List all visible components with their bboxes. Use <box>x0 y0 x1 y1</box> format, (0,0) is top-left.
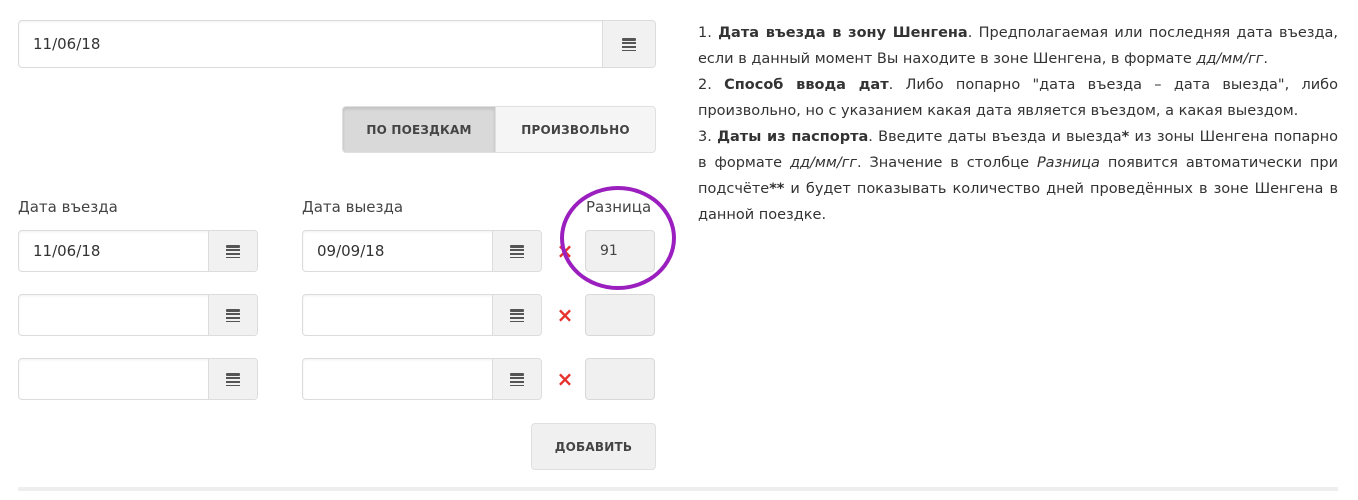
trip-1-exit-calendar-button[interactable] <box>492 231 541 271</box>
trip-2-entry-field[interactable] <box>18 294 258 336</box>
delete-icon[interactable]: × <box>554 302 576 328</box>
arbitrary-button[interactable]: ПРОИЗВОЛЬНО <box>495 106 656 153</box>
help-1-number: 1. <box>698 25 719 41</box>
highlight-circle <box>560 186 676 290</box>
calendar-icon <box>226 372 240 386</box>
add-trip-label: ДОБАВИТЬ <box>554 439 633 454</box>
calendar-icon <box>622 37 636 51</box>
schengen-entry-date-field[interactable]: 11/06/18 <box>18 20 656 68</box>
help-2-title: Способ ввода дат <box>724 77 889 93</box>
add-trip-button[interactable]: ДОБАВИТЬ <box>531 423 656 470</box>
help-text: 1. Дата въезда в зону Шенгена. Предполаг… <box>698 20 1338 228</box>
help-3-text: . Введите даты въезда и выезда <box>868 129 1122 145</box>
schengen-entry-calendar-button[interactable] <box>602 21 655 67</box>
by-trips-label: ПО ПОЕЗДКАМ <box>366 122 472 137</box>
trip-3-entry-calendar-button[interactable] <box>208 359 257 399</box>
help-paragraph-1: 1. Дата въезда в зону Шенгена. Предполаг… <box>698 20 1338 72</box>
trip-3-difference-value <box>585 358 655 400</box>
calendar-icon <box>226 308 240 322</box>
help-3-footnote-2: ** <box>769 181 785 197</box>
trip-2-exit-field[interactable] <box>302 294 542 336</box>
help-1-text-end: . <box>1263 51 1268 67</box>
arbitrary-label: ПРОИЗВОЛЬНО <box>521 122 630 137</box>
exit-date-column-label: Дата выезда <box>302 198 404 216</box>
help-1-title: Дата въезда в зону Шенгена <box>718 25 968 41</box>
trip-1-exit-field[interactable]: 09/09/18 <box>302 230 542 272</box>
help-3-title: Даты из паспорта <box>717 129 869 145</box>
help-3-number: 3. <box>698 129 718 145</box>
trip-2-entry-calendar-button[interactable] <box>208 295 257 335</box>
schengen-entry-date-value[interactable]: 11/06/18 <box>33 21 100 67</box>
trip-2-difference-value <box>585 294 655 336</box>
bottom-divider <box>18 487 1338 491</box>
trip-3-exit-field[interactable] <box>302 358 542 400</box>
help-3-text-3: . Значение в столбце <box>856 155 1037 171</box>
help-paragraph-2: 2. Способ ввода дат. Либо попарно "дата … <box>698 72 1338 124</box>
entry-date-column-label: Дата въезда <box>18 198 118 216</box>
calendar-icon <box>226 244 240 258</box>
by-trips-button[interactable]: ПО ПОЕЗДКАМ <box>342 106 496 153</box>
trip-2-exit-calendar-button[interactable] <box>492 295 541 335</box>
help-paragraph-3: 3. Даты из паспорта. Введите даты въезда… <box>698 124 1338 228</box>
help-3-column-name: Разница <box>1036 155 1100 171</box>
calendar-icon <box>510 308 524 322</box>
calendar-icon <box>510 244 524 258</box>
help-1-format: дд/мм/гг <box>1196 51 1264 67</box>
delete-icon[interactable]: × <box>554 366 576 392</box>
trip-1-exit-value[interactable]: 09/09/18 <box>317 231 384 271</box>
trip-3-entry-field[interactable] <box>18 358 258 400</box>
help-3-format: дд/мм/гг <box>790 155 857 171</box>
trip-1-entry-value[interactable]: 11/06/18 <box>33 231 100 271</box>
trip-3-exit-calendar-button[interactable] <box>492 359 541 399</box>
trip-1-entry-field[interactable]: 11/06/18 <box>18 230 258 272</box>
help-3-text-5: и будет показывать количество дней прове… <box>698 181 1338 223</box>
trip-1-entry-calendar-button[interactable] <box>208 231 257 271</box>
calendar-icon <box>510 372 524 386</box>
help-2-number: 2. <box>698 77 725 93</box>
